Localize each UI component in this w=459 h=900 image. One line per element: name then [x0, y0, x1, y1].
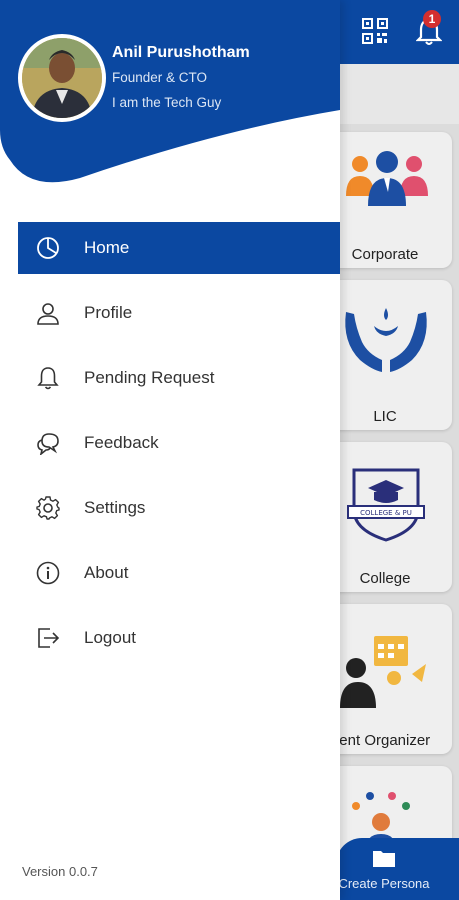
menu-item-label: Settings: [84, 498, 146, 517]
category-card-event-organizer[interactable]: vent Organizer: [330, 604, 452, 754]
app-version: Version 0.0.7: [22, 864, 98, 879]
menu-item-settings[interactable]: Settings: [18, 482, 340, 534]
college-badge-text: COLLEGE & PU: [360, 509, 412, 517]
info-icon: [36, 561, 60, 585]
create-persona-label: Create Persona: [338, 876, 430, 891]
menu-item-profile[interactable]: Profile: [18, 287, 340, 339]
folder-icon: [373, 851, 395, 867]
corporate-people-icon: [346, 151, 428, 206]
menu-item-label: Pending Request: [84, 368, 215, 387]
category-card-college[interactable]: COLLEGE & PU College: [330, 442, 452, 592]
category-label: Corporate: [351, 246, 419, 263]
menu-item-feedback[interactable]: Feedback: [18, 417, 340, 469]
menu-item-pending-request[interactable]: Pending Request: [18, 352, 340, 404]
logout-icon: [38, 628, 60, 648]
user-tagline: I am the Tech Guy: [112, 95, 222, 110]
gear-icon: [36, 496, 60, 520]
notification-count-badge: 1: [423, 10, 441, 28]
event-organizer-icon: [340, 636, 426, 708]
bell-icon: [37, 367, 59, 390]
menu-item-logout[interactable]: Logout: [18, 612, 340, 664]
create-persona-button[interactable]: Create Persona: [336, 838, 459, 900]
person-icon: [37, 303, 59, 325]
menu-item-home[interactable]: Home: [18, 222, 340, 274]
college-crest-icon: COLLEGE & PU: [347, 468, 425, 542]
avatar[interactable]: [18, 34, 106, 122]
menu-item-label: About: [84, 563, 129, 582]
menu-item-label: Logout: [84, 628, 136, 647]
lic-hands-lamp-icon: [345, 308, 427, 372]
category-card-lic[interactable]: LIC: [330, 280, 452, 430]
navigation-drawer: Anil Purushotham Founder & CTO I am the …: [0, 0, 340, 900]
menu-item-label: Home: [84, 238, 130, 257]
category-label: College: [359, 570, 411, 587]
qr-code-icon[interactable]: [362, 18, 388, 44]
category-card-corporate[interactable]: Corporate: [330, 132, 452, 268]
user-name: Anil Purushotham: [112, 44, 250, 61]
category-label: LIC: [373, 408, 397, 425]
menu-item-about[interactable]: About: [18, 547, 340, 599]
user-role: Founder & CTO: [112, 70, 208, 85]
menu-item-label: Profile: [84, 303, 133, 322]
pie-chart-icon: [37, 237, 59, 259]
chat-bubbles-icon: [37, 433, 59, 455]
menu-item-label: Feedback: [84, 433, 159, 452]
profile-photo: [22, 38, 102, 118]
